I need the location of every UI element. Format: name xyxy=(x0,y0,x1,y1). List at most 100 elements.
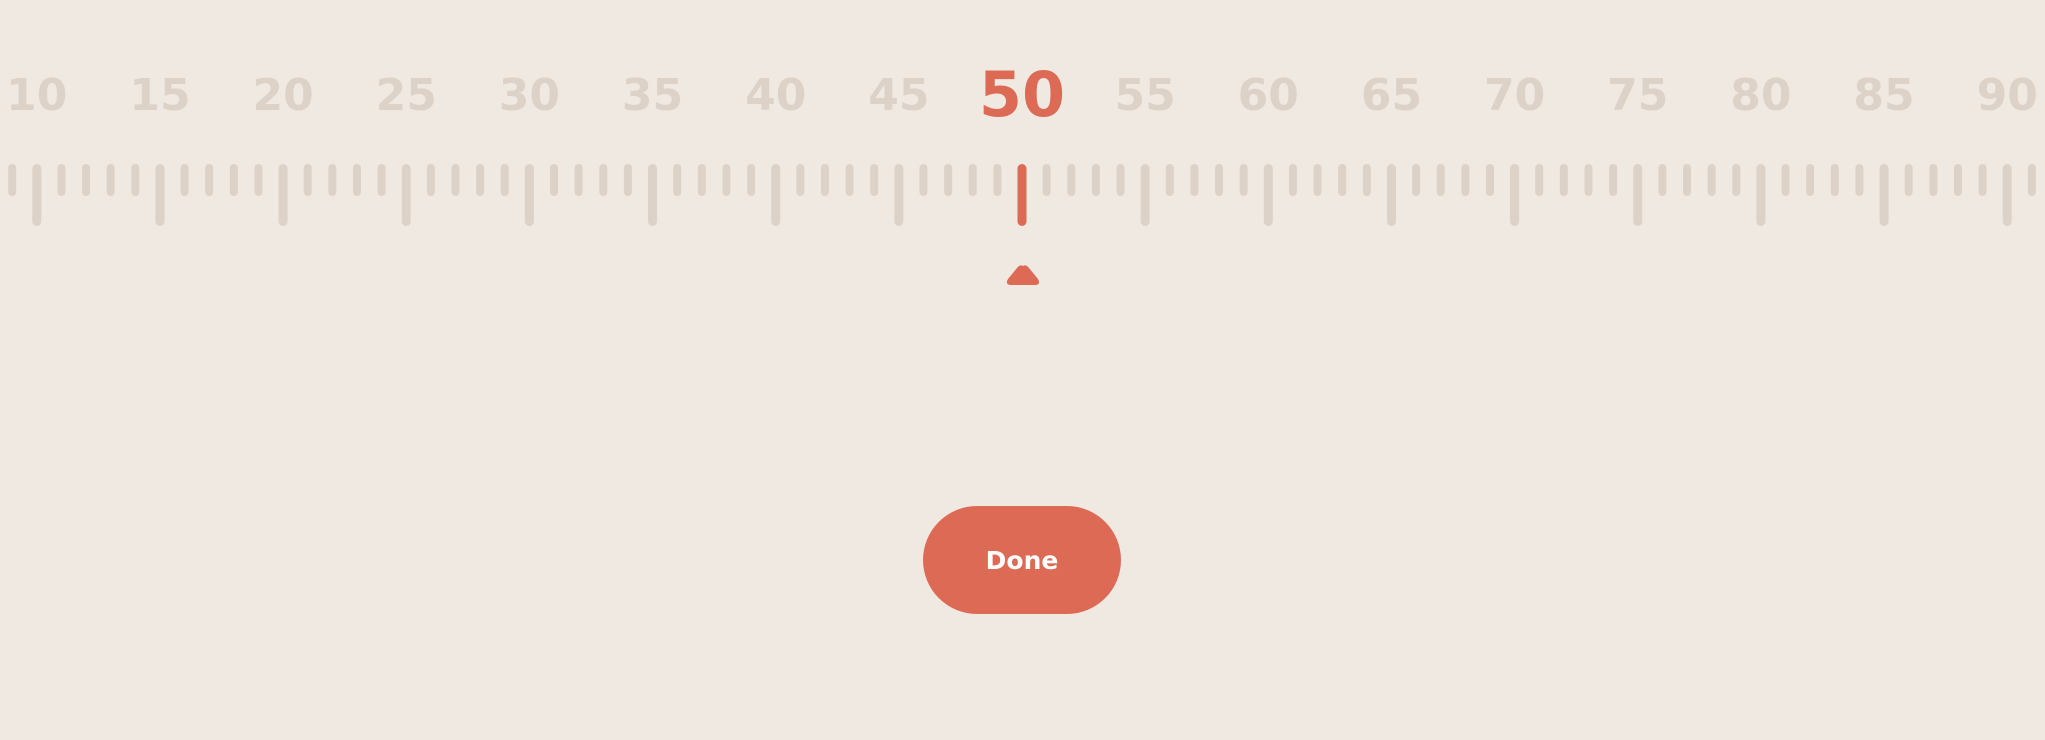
minor-tick xyxy=(919,164,928,196)
major-tick xyxy=(2002,164,2012,226)
major-tick xyxy=(648,164,658,226)
minor-tick xyxy=(180,164,189,196)
value-ruler[interactable]: 10 15 20 25 30 35 40 45 50 55 60 65 70 75 80 85 90 xyxy=(0,0,2045,300)
major-tick xyxy=(1633,164,1643,226)
major-tick xyxy=(278,164,288,226)
minor-tick xyxy=(1288,164,1297,196)
ruler-label: 85 xyxy=(1853,70,1914,121)
minor-tick xyxy=(476,164,485,196)
ruler-label: 20 xyxy=(252,70,313,121)
ruler-label: 55 xyxy=(1115,70,1176,121)
minor-tick xyxy=(2027,164,2036,196)
minor-tick xyxy=(57,164,66,196)
minor-tick xyxy=(796,164,805,196)
minor-tick xyxy=(1830,164,1839,196)
ruler-label: 40 xyxy=(745,70,806,121)
minor-tick xyxy=(1239,164,1248,196)
minor-tick xyxy=(968,164,977,196)
ruler-label: 25 xyxy=(376,70,437,121)
ruler-ticks xyxy=(8,164,2036,226)
minor-tick xyxy=(1165,164,1174,196)
minor-tick xyxy=(1338,164,1347,196)
minor-tick xyxy=(8,164,17,196)
major-tick xyxy=(32,164,42,226)
major-tick xyxy=(894,164,904,226)
minor-tick xyxy=(1929,164,1938,196)
minor-tick xyxy=(1116,164,1125,196)
ruler-labels: 10 15 20 25 30 35 40 45 50 55 60 65 70 75 80 85 90 xyxy=(6,58,2038,131)
minor-tick xyxy=(131,164,140,196)
minor-tick xyxy=(1485,164,1494,196)
selected-value-label: 50 xyxy=(979,58,1065,131)
minor-tick xyxy=(673,164,682,196)
minor-tick xyxy=(820,164,829,196)
major-tick xyxy=(1386,164,1396,226)
minor-tick xyxy=(1362,164,1371,196)
ruler-label: 45 xyxy=(868,70,929,121)
selected-tick xyxy=(1017,164,1027,226)
minor-tick xyxy=(944,164,953,196)
major-tick xyxy=(1756,164,1766,226)
ruler-label: 90 xyxy=(1977,70,2038,121)
caret-up-icon xyxy=(1006,265,1040,285)
minor-tick xyxy=(1461,164,1470,196)
minor-tick xyxy=(1855,164,1864,196)
minor-tick xyxy=(352,164,361,196)
minor-tick xyxy=(1732,164,1741,196)
minor-tick xyxy=(1313,164,1322,196)
minor-tick xyxy=(599,164,608,196)
minor-tick xyxy=(377,164,386,196)
ruler-label: 10 xyxy=(6,70,67,121)
minor-tick xyxy=(993,164,1002,196)
major-tick xyxy=(1510,164,1520,226)
minor-tick xyxy=(1535,164,1544,196)
ruler-label: 30 xyxy=(499,70,560,121)
minor-tick xyxy=(1978,164,1987,196)
major-tick xyxy=(1140,164,1150,226)
minor-tick xyxy=(1190,164,1199,196)
minor-tick xyxy=(845,164,854,196)
minor-tick xyxy=(106,164,115,196)
ruler-label: 60 xyxy=(1238,70,1299,121)
minor-tick xyxy=(426,164,435,196)
ruler-label: 65 xyxy=(1361,70,1422,121)
minor-tick xyxy=(1781,164,1790,196)
ruler-label: 70 xyxy=(1484,70,1545,121)
minor-tick xyxy=(1042,164,1051,196)
minor-tick xyxy=(550,164,559,196)
minor-tick xyxy=(1658,164,1667,196)
minor-tick xyxy=(1091,164,1100,196)
minor-tick xyxy=(870,164,879,196)
minor-tick xyxy=(1683,164,1692,196)
minor-tick xyxy=(328,164,337,196)
minor-tick xyxy=(1806,164,1815,196)
minor-tick xyxy=(1412,164,1421,196)
major-tick xyxy=(1879,164,1889,226)
ruler-label: 15 xyxy=(129,70,190,121)
ruler-label: 80 xyxy=(1730,70,1791,121)
minor-tick xyxy=(229,164,238,196)
major-tick xyxy=(155,164,165,226)
minor-tick xyxy=(1707,164,1716,196)
done-button[interactable]: Done xyxy=(923,506,1121,614)
minor-tick xyxy=(623,164,632,196)
minor-tick xyxy=(1067,164,1076,196)
minor-tick xyxy=(1436,164,1445,196)
minor-tick xyxy=(1215,164,1224,196)
ruler-label: 35 xyxy=(622,70,683,121)
minor-tick xyxy=(747,164,756,196)
minor-tick xyxy=(1559,164,1568,196)
minor-tick xyxy=(254,164,263,196)
minor-tick xyxy=(722,164,731,196)
major-tick xyxy=(1263,164,1273,226)
minor-tick xyxy=(697,164,706,196)
done-button-label: Done xyxy=(985,545,1059,575)
minor-tick xyxy=(1609,164,1618,196)
minor-tick xyxy=(574,164,583,196)
major-tick xyxy=(524,164,534,226)
minor-tick xyxy=(500,164,509,196)
major-tick xyxy=(771,164,781,226)
minor-tick xyxy=(1904,164,1913,196)
minor-tick xyxy=(1953,164,1962,196)
minor-tick xyxy=(205,164,214,196)
